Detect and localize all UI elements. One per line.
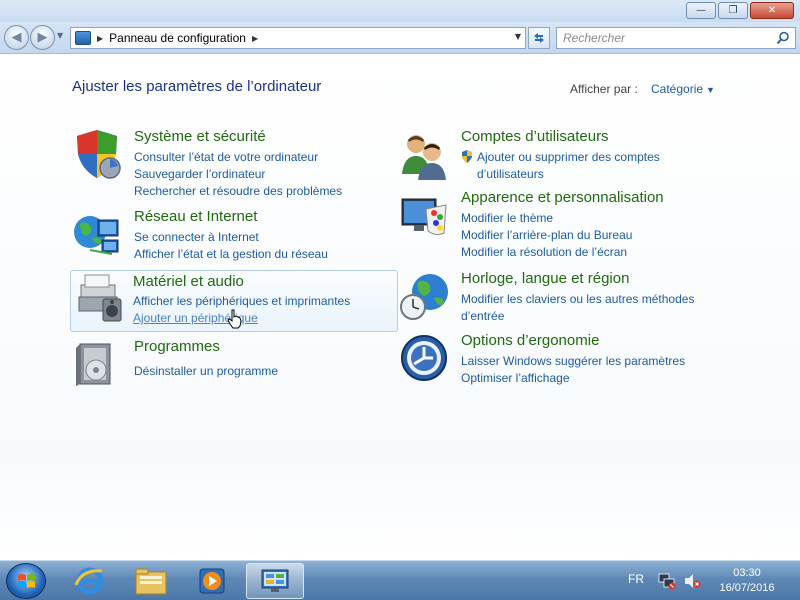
printer-speaker-icon[interactable] <box>75 273 125 323</box>
taskbar-internet-explorer[interactable] <box>61 563 119 599</box>
link-add-remove-accounts[interactable]: Ajouter ou supprimer des comptes <box>461 149 660 166</box>
uac-shield-icon <box>462 150 472 163</box>
start-button[interactable] <box>6 563 46 599</box>
hand-cursor-icon <box>227 309 242 329</box>
language-indicator[interactable]: FR <box>628 572 644 586</box>
address-bar[interactable]: ▶ Panneau de configuration ▶ ▼ <box>70 27 526 49</box>
control-panel-icon <box>261 569 289 592</box>
category-network-internet: Réseau et Internet Se connecter à Intern… <box>72 208 392 263</box>
category-title[interactable]: Comptes d’utilisateurs <box>461 128 609 145</box>
taskbar-media-player[interactable] <box>183 563 241 599</box>
close-button[interactable]: ✕ <box>750 2 794 19</box>
globe-clock-icon[interactable] <box>400 272 450 322</box>
control-panel-content: Ajuster les paramètres de l’ordinateur A… <box>0 55 800 560</box>
taskbar-explorer[interactable] <box>122 563 180 599</box>
link-change-theme[interactable]: Modifier le thème <box>461 210 632 227</box>
users-icon[interactable] <box>400 130 450 180</box>
back-button[interactable]: ◀ <box>4 25 29 50</box>
link-change-background[interactable]: Modifier l’arrière-plan du Bureau <box>461 227 632 244</box>
page-title: Ajuster les paramètres de l’ordinateur <box>72 78 322 95</box>
link-network-status[interactable]: Afficher l’état et la gestion du réseau <box>134 246 328 263</box>
search-input[interactable] <box>557 28 767 48</box>
navigation-bar: ◀ ▶ ▼ ▶ Panneau de configuration ▶ ▼ <box>0 22 800 54</box>
system-clock[interactable]: 03:30 16/07/2016 <box>712 566 782 596</box>
view-by-label: Afficher par : <box>570 82 638 96</box>
recent-pages-dropdown[interactable]: ▼ <box>57 31 63 40</box>
link-change-keyboards-cont[interactable]: d’entrée <box>461 308 694 325</box>
window-controls: — ❐ ✕ <box>686 2 794 19</box>
media-player-icon <box>199 568 225 594</box>
windows-logo-icon <box>18 574 35 588</box>
category-title[interactable]: Apparence et personnalisation <box>461 189 664 206</box>
link-change-resolution[interactable]: Modifier la résolution de l’écran <box>461 244 632 261</box>
category-ease-of-access: Options d’ergonomie Laisser Windows sugg… <box>400 332 720 387</box>
ease-of-access-icon[interactable] <box>400 334 450 384</box>
category-title[interactable]: Réseau et Internet <box>134 208 257 225</box>
breadcrumb-arrow-icon[interactable]: ▶ <box>97 34 103 43</box>
link-connect-internet[interactable]: Se connecter à Internet <box>134 229 328 246</box>
network-status-icon[interactable] <box>658 573 676 589</box>
link-change-keyboards[interactable]: Modifier les claviers ou les autres méth… <box>461 291 694 308</box>
taskbar-control-panel[interactable] <box>246 563 304 599</box>
link-uninstall-program[interactable]: Désinstaller un programme <box>134 363 278 380</box>
taskbar: FR 03:30 16/07/2016 <box>0 560 800 600</box>
link-devices-printers[interactable]: Afficher les périphériques et imprimante… <box>133 293 350 310</box>
view-by-value[interactable]: Catégorie <box>651 82 703 96</box>
view-by-dropdown[interactable]: Catégorie ▼ <box>651 82 715 96</box>
restore-button[interactable]: ❐ <box>718 2 748 19</box>
category-clock-language-region: Horloge, langue et région Modifier les c… <box>400 270 720 325</box>
link-add-remove-accounts-text[interactable]: Ajouter ou supprimer des comptes <box>477 150 660 164</box>
refresh-icon <box>534 33 544 43</box>
category-hardware-sound[interactable]: Matériel et audio Afficher les périphéri… <box>70 270 398 332</box>
search-box <box>556 27 796 49</box>
category-title[interactable]: Programmes <box>134 338 220 355</box>
search-icon[interactable] <box>776 31 790 45</box>
network-globe-icon[interactable] <box>72 210 122 260</box>
programs-box-icon[interactable] <box>72 340 122 390</box>
link-troubleshoot[interactable]: Rechercher et résoudre des problèmes <box>134 183 342 200</box>
clock-time: 03:30 <box>733 567 761 579</box>
refresh-button[interactable] <box>528 27 550 49</box>
folder-icon <box>135 568 167 595</box>
chevron-down-icon[interactable]: ▼ <box>706 85 715 95</box>
forward-button[interactable]: ▶ <box>30 25 55 50</box>
internet-explorer-icon <box>74 567 104 595</box>
link-add-remove-accounts-cont[interactable]: d’utilisateurs <box>461 166 660 183</box>
minimize-button[interactable]: — <box>686 2 716 19</box>
link-backup-computer[interactable]: Sauvegarder l’ordinateur <box>134 166 342 183</box>
category-system-security: Système et sécurité Consulter l’état de … <box>72 128 392 198</box>
category-title[interactable]: Système et sécurité <box>134 128 266 145</box>
link-windows-suggest[interactable]: Laisser Windows suggérer les paramètres <box>461 353 685 370</box>
shield-icon[interactable] <box>72 130 122 180</box>
breadcrumb-control-panel[interactable]: Panneau de configuration <box>109 31 246 45</box>
volume-muted-icon[interactable] <box>683 573 701 589</box>
category-title[interactable]: Options d’ergonomie <box>461 332 599 349</box>
category-programs: Programmes Désinstaller un programme <box>72 338 392 388</box>
breadcrumb-arrow-icon[interactable]: ▶ <box>252 34 258 43</box>
address-dropdown-icon[interactable]: ▼ <box>515 32 521 41</box>
window-titlebar: — ❐ ✕ <box>0 0 800 22</box>
link-optimize-display[interactable]: Optimiser l’affichage <box>461 370 685 387</box>
monitor-palette-icon[interactable] <box>400 191 450 241</box>
category-title[interactable]: Horloge, langue et région <box>461 270 629 287</box>
clock-date: 16/07/2016 <box>719 582 775 594</box>
category-appearance: Apparence et personnalisation Modifier l… <box>400 189 720 259</box>
category-title[interactable]: Matériel et audio <box>133 273 244 290</box>
control-panel-icon <box>75 31 91 45</box>
link-view-computer-status[interactable]: Consulter l’état de votre ordinateur <box>134 149 342 166</box>
category-user-accounts: Comptes d’utilisateurs Ajouter ou suppri… <box>400 128 720 181</box>
